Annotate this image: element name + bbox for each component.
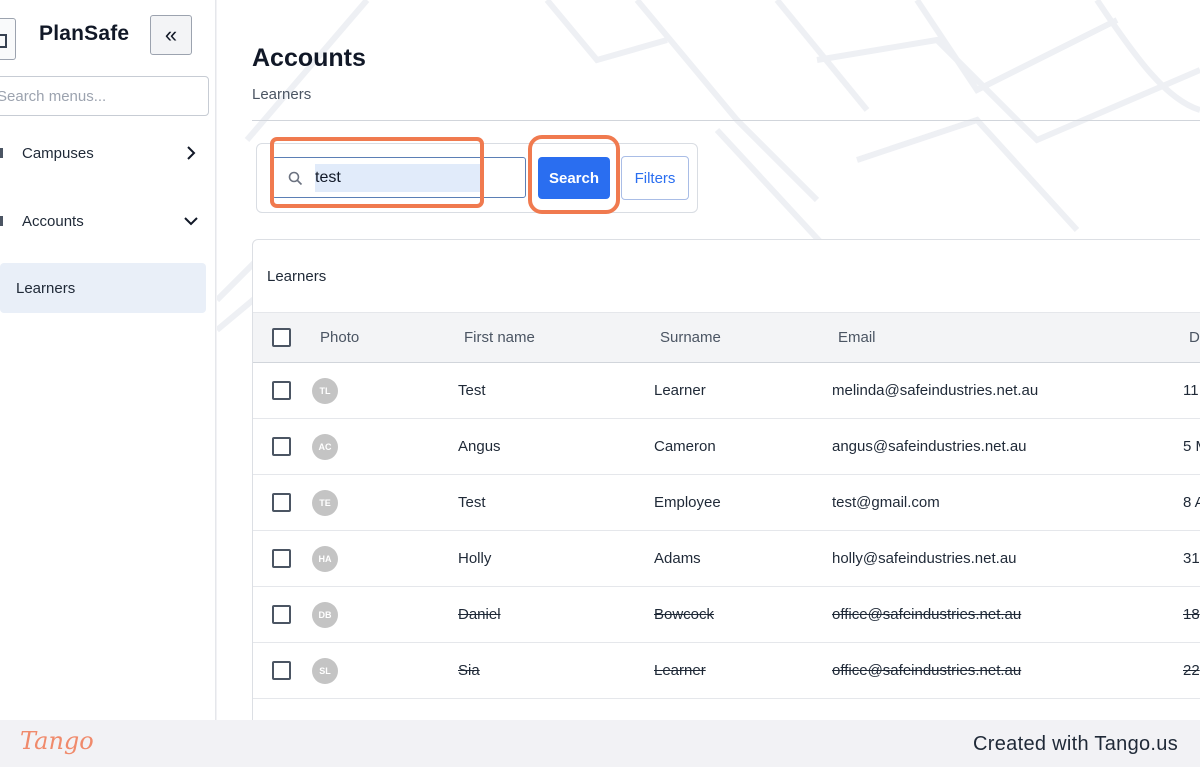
cell-first-name: Sia: [458, 662, 480, 679]
sidebar-item-label: Accounts: [22, 212, 84, 230]
column-header-surname[interactable]: Surname: [660, 329, 721, 346]
brand-name: PlanSafe: [39, 22, 130, 45]
avatar: AC: [312, 434, 338, 460]
sidebar: PlanSafe « Campuses Accounts Learners: [0, 0, 216, 720]
tango-footer: Tango Created with Tango.us: [0, 720, 1200, 767]
cell-surname: Bowcock: [654, 606, 715, 623]
panel-toggle-icon[interactable]: [0, 18, 16, 60]
sidebar-item-label: Learners: [16, 279, 76, 297]
table-row[interactable]: TL Test Learner melinda@safeindustries.net.…: [253, 363, 1200, 419]
avatar: SL: [312, 658, 338, 684]
select-all-checkbox[interactable]: [272, 328, 291, 347]
sidebar-item-label: Campuses: [22, 144, 94, 162]
cell-email: melinda@safeindustries.net.au: [832, 382, 1039, 399]
cell-surname: Employee: [654, 494, 721, 511]
cell-date: 18: [1183, 606, 1200, 623]
cell-first-name: Angus: [458, 438, 501, 455]
table-row[interactable]: AC Angus Cameron angus@safeindustries.net.a…: [253, 419, 1200, 475]
accounts-icon: [0, 216, 3, 226]
cell-date: 5 M: [1183, 438, 1200, 455]
collapse-sidebar-button[interactable]: «: [150, 15, 192, 55]
cell-email: holly@safeindustries.net.au: [832, 550, 1017, 567]
row-checkbox[interactable]: [272, 437, 291, 456]
filters-button[interactable]: Filters: [621, 156, 689, 200]
header-divider: [252, 120, 1200, 121]
row-checkbox[interactable]: [272, 605, 291, 624]
cell-date: 8 A: [1183, 494, 1200, 511]
cell-date: 11: [1183, 382, 1199, 399]
sidebar-item-learners[interactable]: Learners: [0, 263, 206, 313]
cell-email: office@safeindustries.net.au: [832, 606, 1022, 623]
row-checkbox[interactable]: [272, 381, 291, 400]
cell-surname: Learner: [654, 662, 706, 679]
cell-first-name: Test: [458, 494, 486, 511]
cell-email: angus@safeindustries.net.au: [832, 438, 1027, 455]
tango-logo: Tango: [20, 727, 94, 755]
table-row[interactable]: TE Test Employee test@gmail.com 8 A: [253, 475, 1200, 531]
cell-date: 22: [1183, 662, 1200, 679]
cell-email: office@safeindustries.net.au: [832, 662, 1022, 679]
sidebar-item-campuses[interactable]: Campuses: [0, 131, 210, 175]
chevron-right-icon: [187, 146, 196, 160]
cell-surname: Cameron: [654, 438, 716, 455]
row-checkbox[interactable]: [272, 549, 291, 568]
cell-first-name: Holly: [458, 550, 492, 567]
table-row[interactable]: DB Daniel Bowcock office@safeindustries.net…: [253, 587, 1200, 643]
column-header-photo[interactable]: Photo: [320, 329, 359, 346]
sidebar-item-accounts[interactable]: Accounts: [0, 199, 210, 243]
avatar: TE: [312, 490, 338, 516]
avatar: HA: [312, 546, 338, 572]
highlight-search-input: [270, 137, 484, 208]
table-row[interactable]: SL Sia Learner office@safeindustries.net.au…: [253, 643, 1200, 699]
cell-surname: Learner: [654, 382, 706, 399]
cell-date: 31: [1183, 550, 1200, 567]
chevron-down-icon: [184, 217, 198, 226]
avatar: TL: [312, 378, 338, 404]
campuses-icon: [0, 148, 3, 158]
table-row[interactable]: HA Holly Adams holly@safeindustries.net.au 3…: [253, 531, 1200, 587]
column-header-first-name[interactable]: First name: [464, 329, 535, 346]
row-checkbox[interactable]: [272, 661, 291, 680]
highlight-search-button: [528, 135, 620, 214]
footer-credit: Created with Tango.us: [973, 733, 1178, 755]
table-header: Photo First name Surname Email D: [253, 312, 1200, 363]
column-header-email[interactable]: Email: [838, 329, 876, 346]
cell-first-name: Test: [458, 382, 486, 399]
menu-search-field[interactable]: [0, 76, 209, 116]
row-checkbox[interactable]: [272, 493, 291, 512]
cell-surname: Adams: [654, 550, 701, 567]
cell-first-name: Daniel: [458, 606, 501, 623]
menu-search-input[interactable]: [0, 77, 208, 115]
page-title: Accounts: [252, 44, 366, 72]
column-header-date[interactable]: D: [1189, 329, 1200, 346]
learners-table-card: Learners Photo First name Surname Email …: [252, 239, 1200, 720]
cell-email: test@gmail.com: [832, 494, 940, 511]
table-caption: Learners: [267, 268, 327, 285]
breadcrumb: Learners: [252, 86, 312, 103]
main-content: Accounts Learners Search Filters Learner…: [217, 0, 1200, 720]
avatar: DB: [312, 602, 338, 628]
